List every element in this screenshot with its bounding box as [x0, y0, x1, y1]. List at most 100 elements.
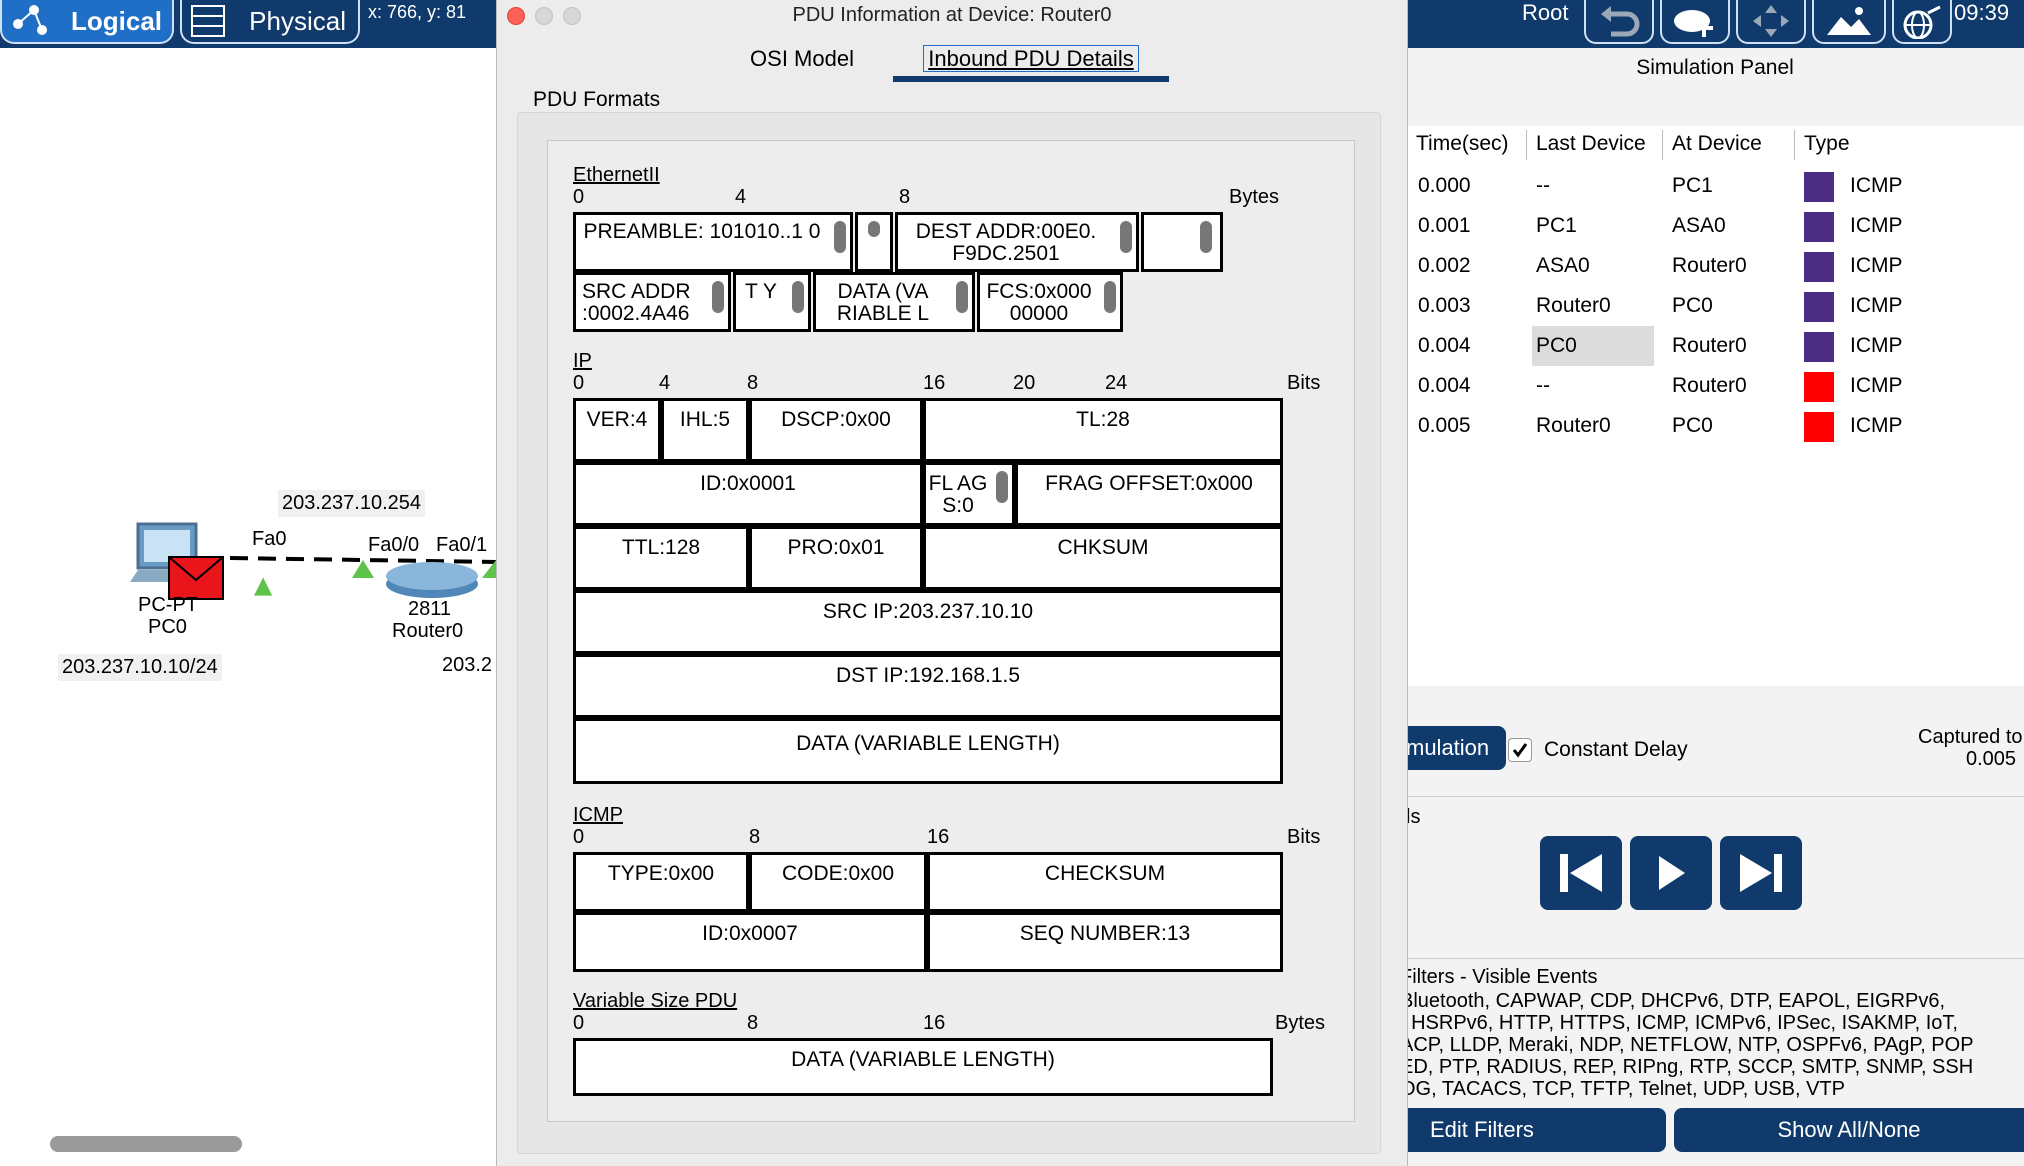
- tab-osi-model[interactable]: OSI Model: [727, 42, 877, 76]
- vpdu-tick: 16: [923, 1012, 946, 1034]
- ip-ihl-field[interactable]: IHL:5: [661, 398, 749, 462]
- ip-protocol-field[interactable]: PRO:0x01: [749, 526, 923, 590]
- captured-time: 0.005: [1966, 748, 2017, 770]
- tab-inbound-pdu-details[interactable]: Inbound PDU Details: [893, 42, 1169, 82]
- event-row[interactable]: 0.004 -- Router0 ICMP: [1406, 366, 2024, 406]
- checkmark-icon: [1512, 743, 1528, 758]
- event-at-device: PC1: [1672, 174, 1713, 197]
- event-row[interactable]: 0.000 -- PC1 ICMP: [1406, 166, 2024, 206]
- simulation-mode-button[interactable]: mulation: [1396, 726, 1506, 770]
- workspace-scrollbar[interactable]: [50, 1136, 242, 1152]
- ip-dst-field[interactable]: DST IP:192.168.1.5: [573, 654, 1283, 718]
- event-last-device: Router0: [1536, 414, 1611, 437]
- ip-total-length-field[interactable]: TL:28: [923, 398, 1283, 462]
- ip-src-field[interactable]: SRC IP:203.237.10.10: [573, 590, 1283, 654]
- event-type: ICMP: [1850, 174, 1903, 197]
- pdu-info-dialog: PDU Information at Device: Router0 OSI M…: [496, 0, 1408, 1166]
- back-step-button[interactable]: [1540, 836, 1622, 910]
- eth-sfd-field[interactable]: [855, 212, 893, 272]
- logical-label: Logical: [70, 5, 162, 36]
- ip-dscp-field[interactable]: DSCP:0x00: [749, 398, 923, 462]
- eth-data-field[interactable]: DATA (VA RIABLE L: [813, 272, 975, 332]
- event-time: 0.001: [1418, 214, 1471, 237]
- event-row[interactable]: 0.003 Router0 PC0 ICMP: [1406, 286, 2024, 326]
- clock: 09:39: [1954, 0, 2010, 25]
- col-last-device[interactable]: Last Device: [1536, 132, 1646, 156]
- event-last-device: PC0: [1532, 326, 1654, 366]
- ip-frag-offset-field[interactable]: FRAG OFFSET:0x000: [1015, 462, 1283, 526]
- eth-fcs-field[interactable]: FCS:0x000 00000: [977, 272, 1123, 332]
- filters-line: Bluetooth, CAPWAP, CDP, DHCPv6, DTP, EAP…: [1400, 990, 1946, 1012]
- play-icon: [1659, 856, 1685, 890]
- icmp-type-field[interactable]: TYPE:0x00: [573, 852, 749, 912]
- field-scrollbar[interactable]: [1200, 221, 1212, 253]
- field-scrollbar[interactable]: [712, 281, 724, 313]
- icmp-section-label: ICMP: [573, 804, 623, 826]
- pdu-formats-label: PDU Formats: [533, 88, 661, 111]
- event-type: ICMP: [1850, 374, 1903, 397]
- event-row[interactable]: 0.002 ASA0 Router0 ICMP: [1406, 246, 2024, 286]
- eth-preamble-field[interactable]: PREAMBLE: 101010..1 0: [573, 212, 853, 272]
- field-scrollbar[interactable]: [956, 281, 968, 313]
- ip-ttl-field[interactable]: TTL:128: [573, 526, 749, 590]
- event-color-swatch: [1804, 172, 1834, 202]
- filters-list: Bluetooth, CAPWAP, CDP, DHCPv6, DTP, EAP…: [1400, 990, 2024, 1100]
- field-scrollbar[interactable]: [792, 281, 804, 313]
- zoom-window-button[interactable]: [563, 7, 581, 25]
- event-row[interactable]: 0.001 PC1 ASA0 ICMP: [1406, 206, 2024, 246]
- edit-filters-button[interactable]: Edit Filters: [1402, 1108, 1666, 1152]
- icmp-id-field[interactable]: ID:0x0007: [573, 912, 927, 972]
- eth-src-addr-field[interactable]: SRC ADDR :0002.4A46: [573, 272, 731, 332]
- router-name-label: Router0: [392, 620, 464, 642]
- play-button[interactable]: [1630, 836, 1712, 910]
- physical-icon: [191, 5, 225, 37]
- field-scrollbar[interactable]: [868, 221, 880, 237]
- show-all-none-button[interactable]: Show All/None: [1674, 1108, 2024, 1152]
- router-icon[interactable]: [384, 560, 480, 600]
- ip-tick: 4: [659, 372, 671, 394]
- ip-id-field[interactable]: ID:0x0001: [573, 462, 923, 526]
- event-time: 0.004: [1418, 334, 1471, 357]
- ip-ver-field[interactable]: VER:4: [573, 398, 661, 462]
- physical-tab[interactable]: Physical: [180, 0, 360, 44]
- field-scrollbar[interactable]: [1120, 221, 1132, 253]
- ethernet-tick: 0: [573, 186, 585, 208]
- ip-checksum-field[interactable]: CHKSUM: [923, 526, 1283, 590]
- field-scrollbar[interactable]: [1104, 281, 1116, 313]
- field-scrollbar[interactable]: [834, 221, 846, 253]
- close-window-button[interactable]: [507, 7, 525, 25]
- icmp-code-field[interactable]: CODE:0x00: [749, 852, 927, 912]
- constant-delay-checkbox[interactable]: [1508, 738, 1532, 762]
- vpdu-data-field[interactable]: DATA (VARIABLE LENGTH): [573, 1038, 1273, 1096]
- event-time: 0.003: [1418, 294, 1471, 317]
- icmp-seq-field[interactable]: SEQ NUMBER:13: [927, 912, 1283, 972]
- event-type: ICMP: [1850, 254, 1903, 277]
- root-label[interactable]: Root: [1522, 0, 1568, 26]
- image-icon[interactable]: [1812, 0, 1886, 44]
- network-address-label: 203.237.10.254: [278, 490, 426, 517]
- event-color-swatch: [1804, 332, 1834, 362]
- logical-tab[interactable]: Logical: [0, 0, 174, 44]
- back-icon[interactable]: [1584, 0, 1654, 44]
- col-time[interactable]: Time(sec): [1416, 132, 1509, 156]
- cloud-add-icon[interactable]: [1660, 0, 1730, 44]
- event-last-device: --: [1536, 374, 1550, 397]
- col-type[interactable]: Type: [1804, 132, 1850, 156]
- event-time: 0.002: [1418, 254, 1471, 277]
- eth-type-field[interactable]: T Y: [733, 272, 811, 332]
- network-globe-icon[interactable]: [1892, 0, 1952, 44]
- eth-extra-field[interactable]: [1141, 212, 1223, 272]
- ip-data-field[interactable]: DATA (VARIABLE LENGTH): [573, 718, 1283, 784]
- ip-flags-field[interactable]: FL AG S:0: [923, 462, 1015, 526]
- field-scrollbar[interactable]: [996, 471, 1008, 503]
- ip-tick: 20: [1013, 372, 1036, 394]
- col-at-device[interactable]: At Device: [1672, 132, 1762, 156]
- eth-dest-addr-field[interactable]: DEST ADDR:00E0. F9DC.2501: [895, 212, 1139, 272]
- event-row[interactable]: 0.004 PC0 Router0 ICMP: [1406, 326, 2024, 366]
- event-row[interactable]: 0.005 Router0 PC0 ICMP: [1406, 406, 2024, 446]
- minimize-window-button[interactable]: [535, 7, 553, 25]
- forward-step-button[interactable]: [1720, 836, 1802, 910]
- move-icon[interactable]: [1736, 0, 1806, 44]
- icmp-checksum-field[interactable]: CHECKSUM: [927, 852, 1283, 912]
- play-controls-label: ls: [1406, 806, 1421, 828]
